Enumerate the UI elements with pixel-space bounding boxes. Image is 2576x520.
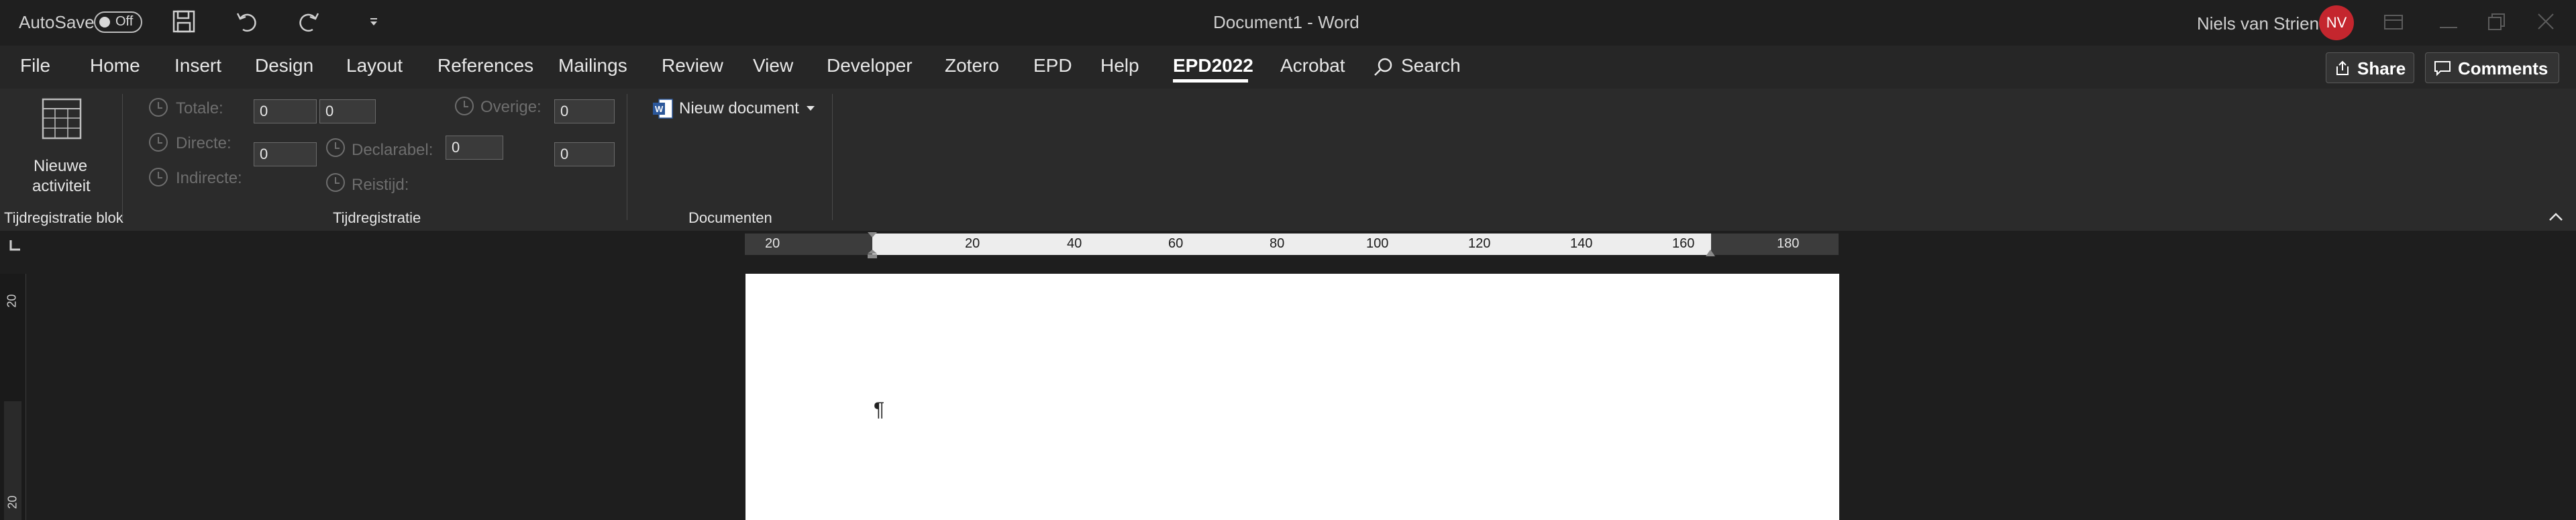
nieuwe-activiteit-label-1: Nieuwe <box>34 157 88 175</box>
indirecte-label: Indirecte: <box>176 169 242 187</box>
comment-icon <box>2434 61 2451 76</box>
tab-epd2022[interactable]: EPD2022 <box>1173 55 1253 76</box>
nieuwe-activiteit-button[interactable]: Nieuwe activiteit <box>20 98 103 199</box>
document-page[interactable] <box>745 274 1839 520</box>
paragraph-mark: ¶ <box>874 399 885 421</box>
tab-help[interactable]: Help <box>1100 55 1139 76</box>
indent-marker-icon[interactable] <box>866 232 879 259</box>
share-icon <box>2336 60 2349 75</box>
table-grid-icon <box>42 98 82 140</box>
group-label-documenten: Documenten <box>688 209 772 226</box>
tab-layout[interactable]: Layout <box>346 55 403 76</box>
undo-icon[interactable] <box>235 9 259 34</box>
totale-label: Totale: <box>176 99 223 117</box>
clock-icon <box>149 168 168 187</box>
svg-text:W: W <box>655 104 664 114</box>
chevron-down-icon <box>807 106 815 111</box>
close-icon[interactable] <box>2536 12 2555 31</box>
tab-mailings[interactable]: Mailings <box>558 55 627 76</box>
active-tab-underline <box>1173 79 1248 83</box>
tab-home[interactable]: Home <box>90 55 140 76</box>
totale-input-1[interactable]: 0 <box>254 99 317 123</box>
share-label: Share <box>2357 58 2406 79</box>
search-icon <box>1374 58 1392 76</box>
save-icon[interactable] <box>172 9 196 34</box>
group-divider <box>122 94 123 220</box>
vertical-ruler-label: 20 <box>5 294 19 308</box>
tab-stop-selector-icon[interactable] <box>8 239 21 252</box>
share-button[interactable]: Share <box>2326 52 2414 83</box>
toggle-knob <box>99 17 110 28</box>
tab-review[interactable]: Review <box>662 55 723 76</box>
ruler-label: 20 <box>965 236 980 251</box>
ruler-text-area[interactable]: 20 40 60 80 100 120 140 160 <box>872 233 1711 255</box>
ruler-label: 180 <box>1777 236 1800 251</box>
declarabel-label: Declarabel: <box>352 141 433 159</box>
word-document-icon: W <box>653 99 673 119</box>
ruler-label: 160 <box>1672 236 1695 251</box>
nieuw-document-button[interactable]: W Nieuw document <box>652 97 819 121</box>
overige-input[interactable]: 0 <box>554 99 615 123</box>
ruler-label: 20 <box>765 236 780 251</box>
tab-developer[interactable]: Developer <box>827 55 913 76</box>
clock-icon <box>149 133 168 152</box>
user-name[interactable]: Niels van Strien <box>2197 13 2319 34</box>
vertical-ruler-text-area: 20 <box>4 401 21 520</box>
tab-zotero[interactable]: Zotero <box>945 55 999 76</box>
tab-insert[interactable]: Insert <box>174 55 221 76</box>
redo-icon[interactable] <box>297 9 321 34</box>
clock-icon <box>455 97 474 115</box>
restore-icon[interactable] <box>2487 12 2507 31</box>
clock-icon <box>326 173 345 192</box>
title-bar: AutoSave Off Document1 - Word Niels van … <box>0 0 2576 46</box>
ribbon-tab-row: File Home Insert Design Layout Reference… <box>0 46 2576 89</box>
search-label: Search <box>1401 55 1461 76</box>
autosave-toggle[interactable]: Off <box>94 11 142 33</box>
directe-input[interactable]: 0 <box>254 142 317 166</box>
declarabel-input[interactable]: 0 <box>446 136 503 160</box>
group-label-tijdregistratie-blok: Tijdregistratie blok <box>4 209 123 226</box>
reistijd-label: Reistijd: <box>352 176 409 194</box>
reistijd-input[interactable]: 0 <box>554 142 615 166</box>
ruler-label: 80 <box>1270 236 1285 251</box>
ribbon-display-icon[interactable] <box>2383 13 2404 31</box>
collapse-ribbon-icon[interactable] <box>2548 212 2563 221</box>
comments-label: Comments <box>2458 58 2548 79</box>
clock-icon <box>326 138 345 157</box>
ruler-label: 140 <box>1570 236 1593 251</box>
overige-label: Overige: <box>480 98 542 116</box>
totale-input-2[interactable]: 0 <box>319 99 376 123</box>
ruler-label: 40 <box>1067 236 1082 251</box>
tab-acrobat[interactable]: Acrobat <box>1280 55 1345 76</box>
ruler-label: 100 <box>1366 236 1389 251</box>
ruler-label: 60 <box>1168 236 1184 251</box>
avatar[interactable]: NV <box>2319 5 2354 40</box>
tab-file[interactable]: File <box>20 55 50 76</box>
vertical-ruler-label: 20 <box>5 495 19 509</box>
customize-dropdown-icon[interactable] <box>366 13 381 30</box>
comments-button[interactable]: Comments <box>2425 52 2559 83</box>
clock-icon <box>149 98 168 117</box>
autosave-label: AutoSave <box>19 12 95 32</box>
group-divider <box>832 94 833 220</box>
ruler-right-margin[interactable]: 180 <box>1711 233 1839 255</box>
nieuw-document-label: Nieuw document <box>679 99 799 117</box>
nieuwe-activiteit-label-2: activiteit <box>32 177 91 195</box>
search-box[interactable]: Search <box>1373 55 1494 79</box>
document-title: Document1 - Word <box>1213 12 1359 32</box>
right-indent-marker-icon[interactable] <box>1704 248 1717 258</box>
tab-epd[interactable]: EPD <box>1033 55 1072 76</box>
tab-references[interactable]: References <box>437 55 533 76</box>
ruler-label: 120 <box>1468 236 1491 251</box>
directe-label: Directe: <box>176 134 231 152</box>
tab-view[interactable]: View <box>753 55 793 76</box>
minimize-icon[interactable] <box>2438 20 2459 28</box>
ribbon-panel: Nieuwe activiteit Tijdregistratie blok T… <box>0 89 2576 231</box>
tab-design[interactable]: Design <box>255 55 313 76</box>
group-label-tijdregistratie: Tijdregistratie <box>333 209 421 226</box>
autosave-state: Off <box>115 14 134 29</box>
